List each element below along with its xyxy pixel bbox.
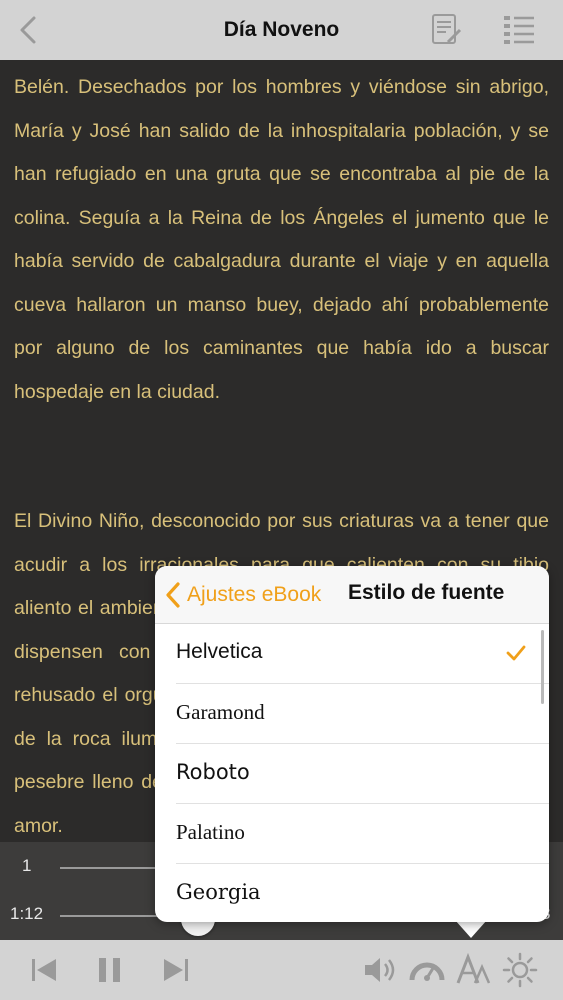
back-label: Ajustes eBook (187, 583, 322, 606)
checkmark-icon (506, 645, 526, 661)
font-option-label: Palatino (176, 820, 245, 844)
pause-icon (99, 958, 120, 982)
font-settings-button[interactable] (455, 952, 491, 988)
font-option-label: Roboto (176, 760, 250, 784)
font-option-label: Georgia (176, 880, 261, 904)
font-list[interactable]: Helvetica Garamond Roboto Palatino Georg… (155, 624, 549, 922)
chapter-number: 1 (22, 856, 32, 875)
text-paragraph: Belén. Desechados por los hombres y vién… (14, 76, 549, 403)
font-size-icon (456, 952, 491, 984)
popover-title: Estilo de fuente (348, 581, 505, 604)
popover-arrow (455, 920, 487, 938)
font-option-label: Garamond (176, 700, 265, 724)
skip-forward-button[interactable] (158, 952, 194, 988)
volume-button[interactable] (362, 952, 398, 988)
font-option-label: Helvetica (176, 640, 263, 663)
bottom-toolbar (0, 940, 563, 1000)
back-button[interactable] (14, 14, 42, 46)
font-style-popover: Ajustes eBook Estilo de fuente Helvetica… (155, 566, 549, 922)
brightness-button[interactable] (502, 952, 538, 988)
speed-gauge-icon (409, 962, 445, 981)
ebook-settings-back-button[interactable]: Ajustes eBook (165, 578, 321, 612)
font-option-helvetica[interactable]: Helvetica (176, 624, 549, 684)
current-time: 1:12 (10, 904, 44, 923)
skip-back-button[interactable] (26, 952, 62, 988)
scrollbar[interactable] (541, 630, 544, 704)
brightness-icon (502, 952, 538, 988)
font-option-palatino[interactable]: Palatino (176, 804, 549, 864)
volume-icon (365, 958, 395, 982)
skip-back-icon (32, 959, 56, 981)
playback-speed-button[interactable] (408, 952, 445, 988)
time-track[interactable] (60, 915, 160, 917)
notes-icon (432, 14, 462, 44)
table-of-contents-button[interactable] (500, 12, 538, 48)
chapter-track[interactable] (60, 867, 160, 869)
top-nav-bar: Día Noveno (0, 0, 563, 60)
font-option-roboto[interactable]: Roboto (176, 744, 549, 804)
font-option-garamond[interactable]: Garamond (176, 684, 549, 744)
popover-header: Ajustes eBook Estilo de fuente (155, 566, 549, 624)
notes-button[interactable] (428, 12, 464, 48)
page-title: Día Noveno (223, 18, 340, 41)
list-icon (504, 16, 534, 44)
skip-forward-icon (164, 959, 188, 981)
pause-button[interactable] (92, 952, 128, 988)
chevron-left-icon (166, 582, 180, 608)
font-option-georgia[interactable]: Georgia (176, 864, 549, 922)
chevron-left-icon (20, 16, 36, 44)
